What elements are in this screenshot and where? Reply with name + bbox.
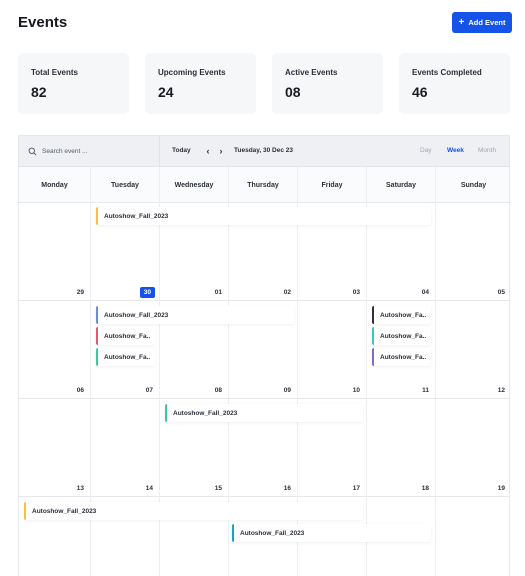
day-number: 07 (145, 387, 153, 394)
event-chip[interactable]: Autoshow_Fa.. (96, 327, 155, 345)
stat-card-upcoming: Upcoming Events 24 (145, 53, 256, 114)
current-date: Tuesday, 30 Dec 23 (234, 147, 294, 154)
event-chip[interactable]: Autoshow_Fall_2023 (165, 404, 363, 422)
day-number: 29 (76, 289, 84, 296)
stat-card-active: Active Events 08 (272, 53, 383, 114)
search-icon (28, 147, 37, 156)
week-row: 29 30 01 02 03 04 05 Autoshow_Fall_2023 (19, 203, 509, 301)
day-cell[interactable]: 19 (436, 399, 509, 497)
day-number: 13 (76, 485, 84, 492)
day-number: 10 (352, 387, 360, 394)
day-cell[interactable]: 05 (436, 203, 509, 301)
day-number: 04 (421, 289, 429, 296)
add-event-button[interactable]: + Add Event (452, 12, 512, 33)
event-chip[interactable]: Autoshow_Fall_2023 (232, 524, 431, 542)
chevron-right-icon[interactable]: › (216, 145, 226, 157)
add-event-label: Add Event (468, 18, 506, 27)
day-cell[interactable]: 14 (91, 399, 160, 497)
stat-label: Active Events (285, 68, 338, 77)
day-number: 01 (214, 289, 222, 296)
day-number: 06 (76, 387, 84, 394)
search-input[interactable] (42, 148, 142, 155)
stat-value: 24 (158, 84, 174, 100)
stat-value: 08 (285, 84, 301, 100)
day-cell[interactable]: 13 (19, 399, 91, 497)
stat-label: Upcoming Events (158, 68, 226, 77)
stat-label: Total Events (31, 68, 78, 77)
day-number: 18 (421, 485, 429, 492)
event-chip[interactable]: Autoshow_Fa.. (372, 306, 431, 324)
chevron-left-icon[interactable]: ‹ (203, 145, 213, 157)
calendar-toolbar: Today ‹ › Tuesday, 30 Dec 23 Day Week Mo… (19, 136, 509, 167)
event-chip[interactable]: Autoshow_Fa.. (372, 348, 431, 366)
week-row: Autoshow_Fall_2023 Autoshow_Fall_2023 (19, 497, 509, 576)
day-number: 17 (352, 485, 360, 492)
day-number: 15 (214, 485, 222, 492)
day-header: Monday (19, 167, 91, 203)
stat-value: 82 (31, 84, 47, 100)
day-number: 09 (283, 387, 291, 394)
day-header: Sunday (460, 181, 487, 189)
day-cell[interactable] (436, 497, 509, 576)
day-number: 08 (214, 387, 222, 394)
day-number: 11 (422, 387, 429, 394)
day-cell[interactable]: 06 (19, 301, 91, 399)
day-header: Thursday (229, 167, 298, 203)
tab-month[interactable]: Month (478, 147, 496, 154)
day-cell[interactable]: 10 (298, 301, 367, 399)
week-row: 06 07 08 09 10 11 12 Autoshow_Fall_2023 … (19, 301, 509, 399)
plus-icon: + (458, 16, 465, 28)
day-number: 19 (497, 485, 505, 492)
day-cell[interactable]: 12 (436, 301, 509, 399)
day-number: 14 (145, 485, 153, 492)
day-cell[interactable]: 18 (367, 399, 436, 497)
day-header: Tuesday (91, 167, 160, 203)
event-chip[interactable]: Autoshow_Fa.. (96, 348, 155, 366)
day-cell[interactable]: 29 (19, 203, 91, 301)
page-title: Events (18, 14, 68, 31)
search-box[interactable] (19, 136, 160, 167)
day-header: Wednesday (160, 167, 229, 203)
event-chip[interactable]: Autoshow_Fa.. (372, 327, 431, 345)
stat-value: 46 (412, 84, 428, 100)
day-header-row: Monday Tuesday Wednesday Thursday Friday… (19, 167, 509, 203)
day-number-today: 30 (139, 287, 155, 298)
day-number: 03 (352, 289, 360, 296)
today-button[interactable]: Today (172, 147, 191, 154)
event-chip[interactable]: Autoshow_Fall_2023 (24, 502, 363, 520)
tab-day[interactable]: Day (420, 147, 432, 154)
tab-week[interactable]: Week (447, 147, 464, 154)
calendar: Today ‹ › Tuesday, 30 Dec 23 Day Week Mo… (18, 135, 510, 576)
day-number: 16 (283, 485, 291, 492)
stat-card-completed: Events Completed 46 (399, 53, 510, 114)
day-number: 02 (283, 289, 291, 296)
event-chip[interactable]: Autoshow_Fall_2023 (96, 306, 294, 324)
stat-label: Events Completed (412, 68, 482, 77)
stat-card-total: Total Events 82 (18, 53, 129, 114)
event-chip[interactable]: Autoshow_Fall_2023 (96, 207, 431, 225)
week-row: 13 14 15 16 17 18 19 Autoshow_Fall_2023 (19, 399, 509, 497)
day-number: 05 (497, 289, 505, 296)
day-header: Friday (298, 167, 367, 203)
day-header: Saturday (367, 167, 436, 203)
day-number: 12 (497, 387, 505, 394)
